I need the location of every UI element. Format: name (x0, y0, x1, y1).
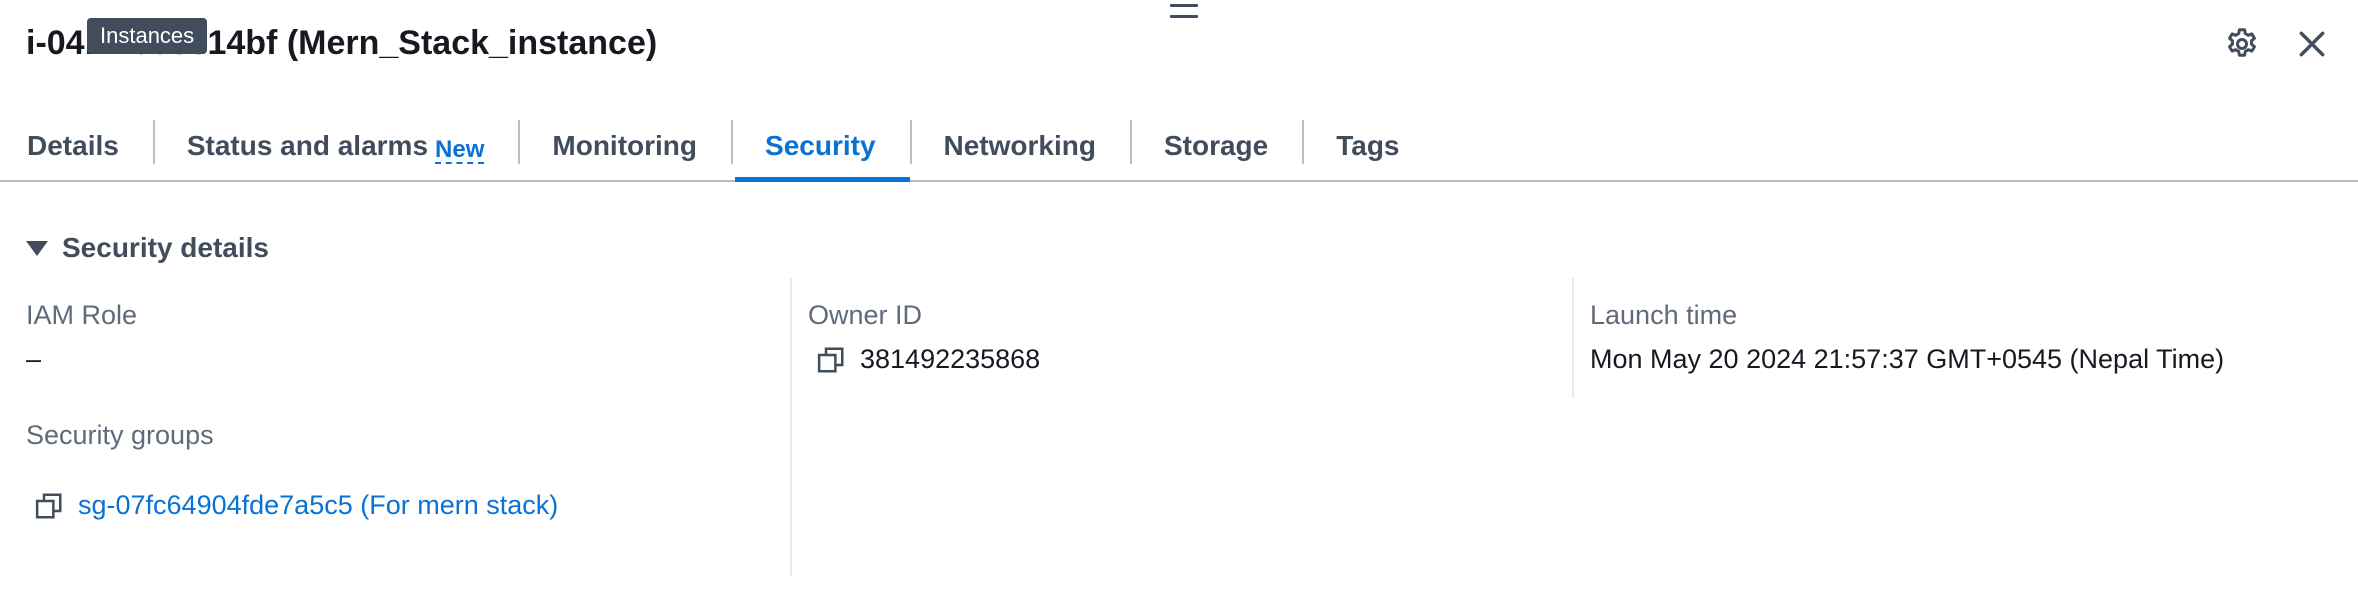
column-divider (790, 278, 792, 576)
instances-tooltip: Instances (87, 18, 208, 54)
launch-time-label: Launch time (1590, 300, 1738, 330)
header-actions (2220, 22, 2334, 66)
tab-networking[interactable]: Networking (909, 112, 1130, 180)
iam-role-label: IAM Role (26, 300, 138, 330)
drag-handle-icon[interactable] (1170, 4, 1198, 18)
copy-icon[interactable] (816, 345, 846, 375)
security-groups-label: Security groups (26, 420, 214, 450)
instance-details-panel: i-04...70e3314bf (Mern_Stack_instance) I… (0, 0, 2358, 596)
close-icon[interactable] (2290, 22, 2334, 66)
tab-label: Storage (1163, 130, 1269, 161)
settings-gear-icon[interactable] (2220, 22, 2264, 66)
tab-storage[interactable]: Storage (1129, 112, 1302, 180)
tab-label: Security (765, 130, 876, 161)
security-group-link[interactable]: sg-07fc64904fde7a5c5 (For mern stack) (78, 490, 558, 521)
tab-label: Details (27, 130, 119, 161)
owner-id-value: 381492235868 (860, 344, 1041, 374)
iam-role-value: – (26, 344, 42, 374)
caret-down-icon (26, 240, 48, 256)
security-details-toggle[interactable]: Security details (26, 232, 269, 264)
tab-label: Tags (1336, 130, 1400, 161)
security-group-row: sg-07fc64904fde7a5c5 (For mern stack) (34, 490, 558, 521)
tab-details[interactable]: Details (0, 112, 153, 180)
tab-label: Status and alarms (186, 130, 429, 161)
owner-id-row: 381492235868 (816, 344, 1040, 375)
launch-time-value: Mon May 20 2024 21:57:37 GMT+0545 (Nepal… (1590, 344, 2225, 374)
owner-id-label: Owner ID (808, 300, 923, 330)
new-badge: New (435, 136, 485, 164)
section-title: Security details (62, 232, 269, 263)
tab-status-and-alarms[interactable]: Status and alarms New (152, 112, 519, 180)
tab-security[interactable]: Security (731, 112, 910, 182)
tab-label: Networking (943, 130, 1096, 161)
tab-label: Monitoring (552, 130, 698, 161)
column-divider (1572, 278, 1574, 398)
copy-icon[interactable] (34, 491, 64, 521)
tab-tags[interactable]: Tags (1302, 112, 1433, 180)
tab-bar: Details Status and alarms New Monitoring… (0, 112, 2358, 182)
tab-monitoring[interactable]: Monitoring (518, 112, 731, 180)
